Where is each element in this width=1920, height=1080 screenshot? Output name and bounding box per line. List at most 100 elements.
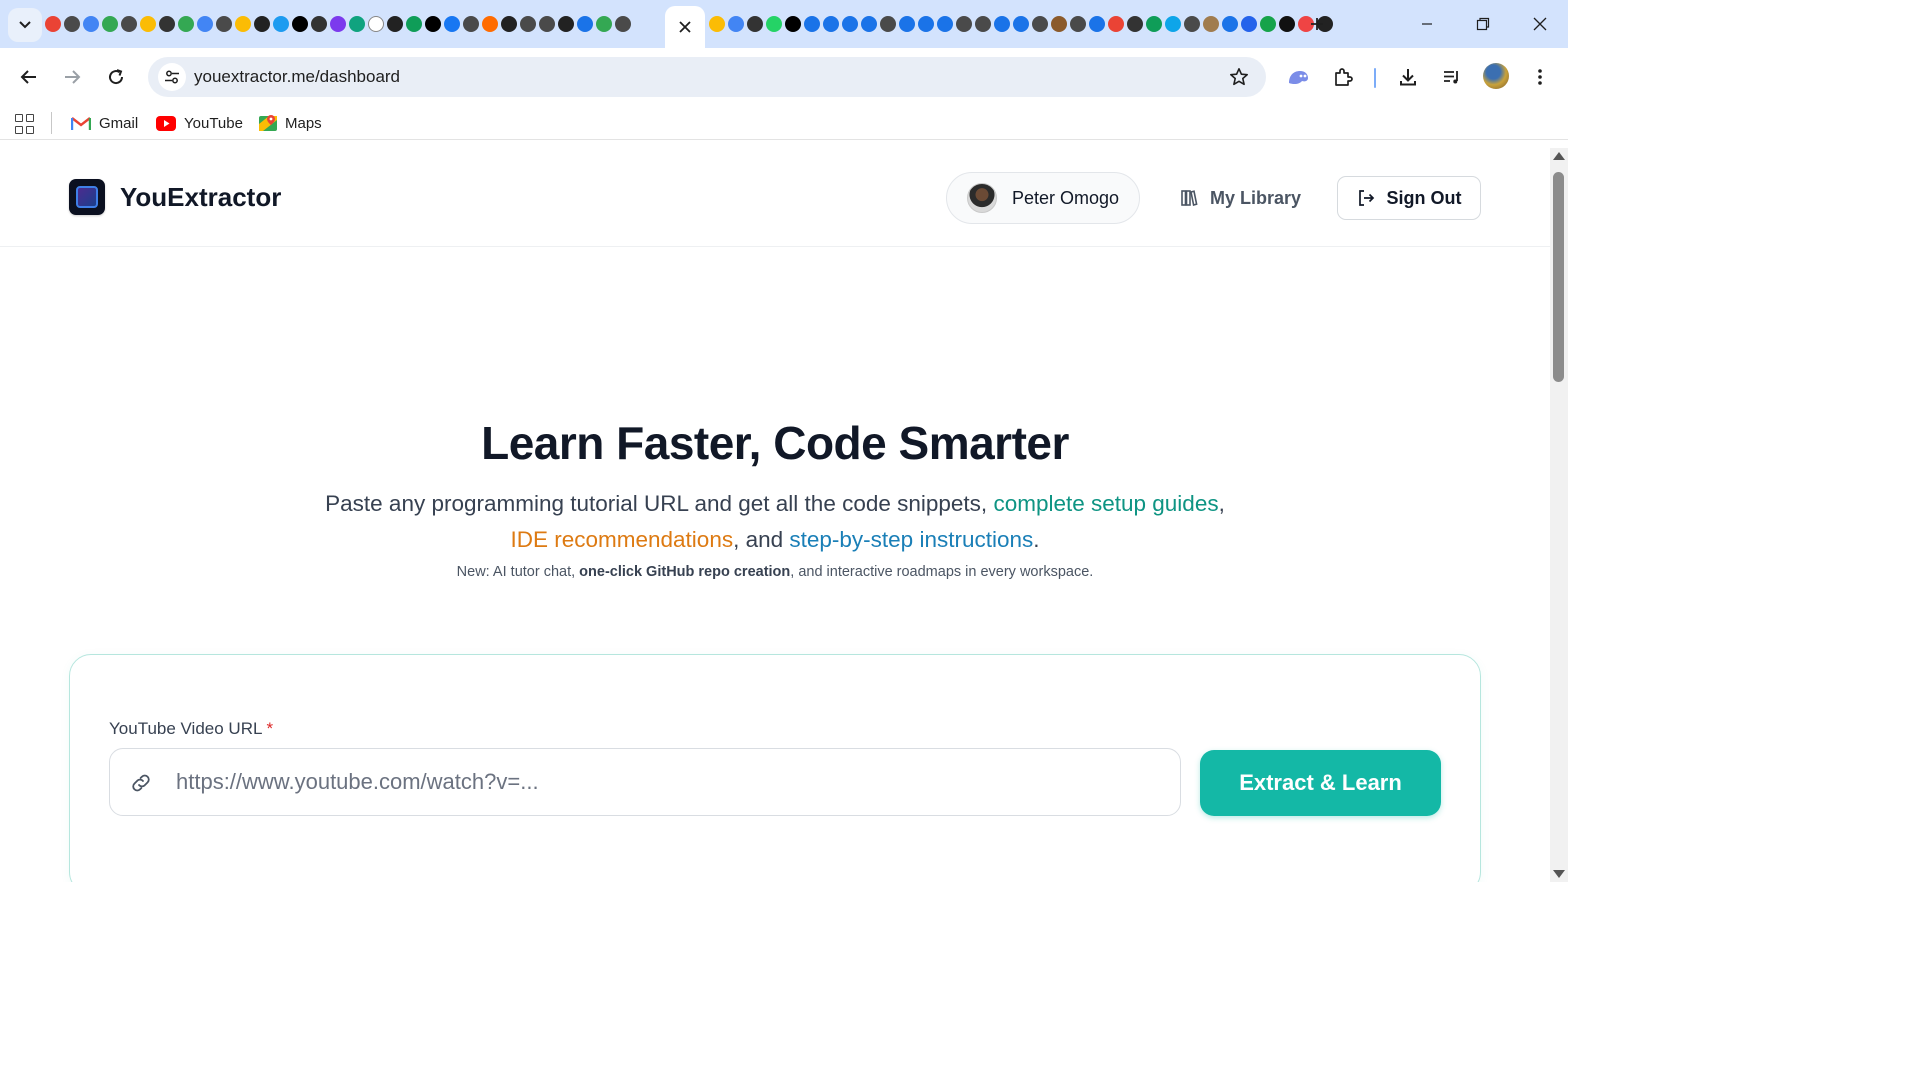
brand-name[interactable]: YouExtractor — [120, 182, 281, 213]
gemini-extension-button[interactable] — [1283, 62, 1313, 92]
tab-favicon-icon[interactable] — [463, 16, 479, 32]
tab-favicon-icon[interactable] — [83, 16, 99, 32]
tab-favicon-icon[interactable] — [520, 16, 536, 32]
tab-favicon-icon[interactable] — [956, 16, 972, 32]
tab-favicon-icon[interactable] — [728, 16, 744, 32]
youtube-url-input[interactable] — [176, 749, 1166, 815]
tab-favicon-icon[interactable] — [425, 16, 441, 32]
tab-favicon-icon[interactable] — [994, 16, 1010, 32]
site-info-button[interactable] — [158, 63, 186, 91]
extract-and-learn-button[interactable]: Extract & Learn — [1200, 750, 1441, 816]
tab-favicon-icon[interactable] — [368, 16, 384, 32]
tab-favicon-icon[interactable] — [197, 16, 213, 32]
tab-favicon-icon[interactable] — [501, 16, 517, 32]
new-tab-button[interactable] — [1305, 12, 1329, 36]
active-tab[interactable] — [665, 6, 705, 48]
bookmark-star-button[interactable] — [1228, 66, 1250, 88]
media-controls-button[interactable] — [1437, 62, 1467, 92]
tab-favicon-icon[interactable] — [140, 16, 156, 32]
tab-favicon-icon[interactable] — [444, 16, 460, 32]
reload-button[interactable] — [101, 62, 131, 92]
user-profile-chip[interactable]: Peter Omogo — [946, 172, 1140, 224]
extensions-button[interactable] — [1328, 62, 1358, 92]
browser-menu-button[interactable] — [1525, 62, 1555, 92]
tab-favicon-icon[interactable] — [577, 16, 593, 32]
tab-favicon-icon[interactable] — [558, 16, 574, 32]
downloads-button[interactable] — [1393, 62, 1423, 92]
tab-favicon-icon[interactable] — [349, 16, 365, 32]
tab-favicon-icon[interactable] — [1241, 16, 1257, 32]
tab-favicon-icon[interactable] — [1165, 16, 1181, 32]
tab-favicon-icon[interactable] — [1070, 16, 1086, 32]
address-bar[interactable]: youextractor.me/dashboard — [148, 57, 1266, 97]
tab-favicon-icon[interactable] — [178, 16, 194, 32]
bookmark-gmail[interactable]: Gmail — [71, 112, 138, 134]
tab-favicon-icon[interactable] — [482, 16, 498, 32]
apps-grid-icon[interactable] — [15, 114, 35, 134]
restore-button[interactable] — [1469, 10, 1497, 38]
tab-favicons-left[interactable] — [44, 14, 632, 34]
tab-favicon-icon[interactable] — [709, 16, 725, 32]
my-library-button[interactable]: My Library — [1180, 184, 1301, 212]
tab-favicon-icon[interactable] — [596, 16, 612, 32]
tab-favicon-icon[interactable] — [1032, 16, 1048, 32]
tab-favicon-icon[interactable] — [1108, 16, 1124, 32]
tab-favicon-icon[interactable] — [539, 16, 555, 32]
tab-favicon-icon[interactable] — [1203, 16, 1219, 32]
tab-favicon-icon[interactable] — [785, 16, 801, 32]
tab-favicon-icon[interactable] — [804, 16, 820, 32]
tab-favicon-icon[interactable] — [1222, 16, 1238, 32]
tab-favicon-icon[interactable] — [899, 16, 915, 32]
tab-favicon-icon[interactable] — [766, 16, 782, 32]
tab-favicon-icon[interactable] — [64, 16, 80, 32]
tab-favicon-icon[interactable] — [159, 16, 175, 32]
minimize-button[interactable] — [1413, 10, 1441, 38]
tab-favicon-icon[interactable] — [45, 16, 61, 32]
tab-favicon-icon[interactable] — [880, 16, 896, 32]
tab-favicons-right[interactable] — [708, 14, 1334, 34]
tab-favicon-icon[interactable] — [406, 16, 422, 32]
scroll-down-arrow[interactable] — [1553, 870, 1565, 878]
url-input-wrapper[interactable] — [109, 748, 1181, 816]
tab-favicon-icon[interactable] — [842, 16, 858, 32]
forward-button[interactable] — [57, 62, 87, 92]
profile-avatar[interactable] — [1483, 63, 1509, 89]
bookmark-youtube[interactable]: YouTube — [156, 112, 243, 134]
tab-favicon-icon[interactable] — [1260, 16, 1276, 32]
tab-favicon-icon[interactable] — [747, 16, 763, 32]
tab-favicon-icon[interactable] — [918, 16, 934, 32]
tab-favicon-icon[interactable] — [1127, 16, 1143, 32]
tab-favicon-icon[interactable] — [387, 16, 403, 32]
back-button[interactable] — [14, 62, 44, 92]
tab-favicon-icon[interactable] — [216, 16, 232, 32]
close-window-button[interactable] — [1526, 10, 1554, 38]
tab-favicon-icon[interactable] — [1013, 16, 1029, 32]
tab-favicon-icon[interactable] — [1051, 16, 1067, 32]
tab-favicon-icon[interactable] — [311, 16, 327, 32]
page-scrollbar[interactable] — [1550, 148, 1568, 882]
tab-favicon-icon[interactable] — [861, 16, 877, 32]
scroll-thumb[interactable] — [1553, 172, 1564, 382]
brand-logo[interactable] — [69, 179, 105, 215]
scroll-up-arrow[interactable] — [1553, 152, 1565, 160]
close-icon[interactable] — [679, 21, 691, 33]
tab-favicon-icon[interactable] — [235, 16, 251, 32]
tab-favicon-icon[interactable] — [823, 16, 839, 32]
tab-favicon-icon[interactable] — [102, 16, 118, 32]
tab-favicon-icon[interactable] — [330, 16, 346, 32]
tab-favicon-icon[interactable] — [254, 16, 270, 32]
tab-favicon-icon[interactable] — [975, 16, 991, 32]
tab-favicon-icon[interactable] — [1089, 16, 1105, 32]
tab-favicon-icon[interactable] — [292, 16, 308, 32]
tab-favicon-icon[interactable] — [1146, 16, 1162, 32]
tab-favicon-icon[interactable] — [1184, 16, 1200, 32]
bookmark-maps[interactable]: Maps — [259, 112, 322, 134]
tab-search-button[interactable] — [8, 8, 42, 42]
address-url[interactable]: youextractor.me/dashboard — [194, 67, 400, 87]
sign-out-button[interactable]: Sign Out — [1337, 176, 1481, 220]
tab-favicon-icon[interactable] — [273, 16, 289, 32]
tab-favicon-icon[interactable] — [1279, 16, 1295, 32]
tab-favicon-icon[interactable] — [615, 16, 631, 32]
tab-favicon-icon[interactable] — [937, 16, 953, 32]
tab-favicon-icon[interactable] — [121, 16, 137, 32]
